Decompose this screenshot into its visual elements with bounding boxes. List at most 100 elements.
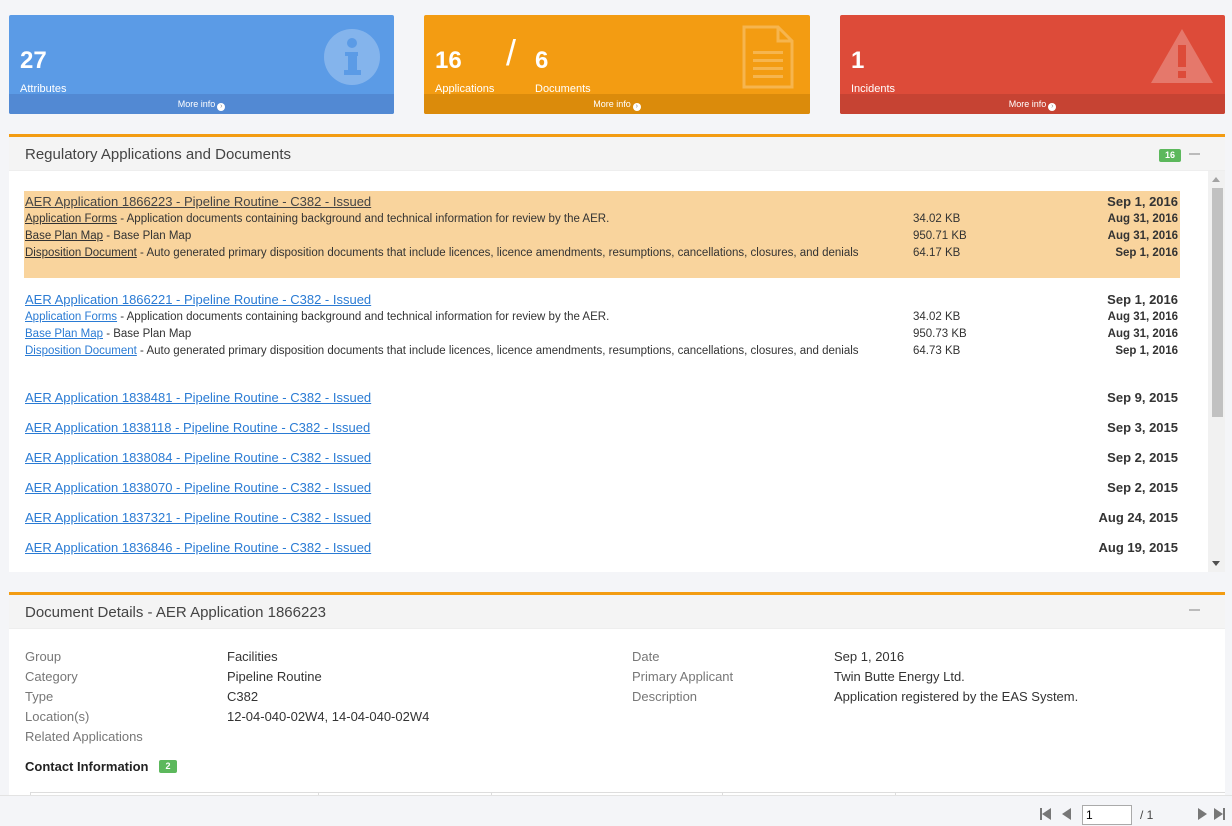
document-link[interactable]: Disposition Document [25, 247, 137, 259]
document-date: Aug 31, 2016 [1107, 213, 1178, 225]
application-title-link[interactable]: AER Application 1838070 - Pipeline Routi… [25, 480, 371, 495]
document-link[interactable]: Application Forms [25, 213, 117, 225]
scroll-up-arrow-icon[interactable] [1212, 177, 1220, 182]
incidents-stat-box: 1 Incidents More info › [840, 15, 1225, 114]
list-item[interactable]: AER Application 1866223 - Pipeline Routi… [24, 191, 1180, 278]
application-title-link[interactable]: AER Application 1866221 - Pipeline Routi… [25, 292, 371, 307]
panel-header: Regulatory Applications and Documents 16 [9, 137, 1225, 171]
document-size: 34.02 KB [913, 213, 961, 225]
application-title-link[interactable]: AER Application 1838118 - Pipeline Routi… [25, 420, 370, 435]
page-total: / 1 [1140, 808, 1154, 822]
list-item[interactable]: AER Application 1838070 - Pipeline Routi… [24, 477, 1180, 497]
applications-count-badge: 16 [1159, 149, 1181, 162]
applications-list: AER Application 1866223 - Pipeline Routi… [9, 171, 1208, 572]
document-size: 34.02 KB [913, 311, 961, 323]
application-date: Aug 24, 2015 [1098, 510, 1179, 525]
contact-information-heading: Contact Information [25, 759, 149, 774]
applications-count: 16 [435, 47, 462, 74]
type-value: C382 [227, 689, 259, 704]
document-date: Sep 1, 2016 [1115, 247, 1178, 259]
contact-count-badge: 2 [159, 760, 177, 773]
document-details-panel: Document Details - AER Application 18662… [9, 592, 1225, 826]
date-label: Date [632, 649, 660, 664]
list-item[interactable]: AER Application 1838118 - Pipeline Routi… [24, 417, 1180, 437]
application-date: Sep 9, 2015 [1107, 390, 1178, 405]
incidents-count: 1 [851, 47, 865, 74]
panel-header: Document Details - AER Application 18662… [9, 595, 1225, 629]
application-date: Sep 1, 2016 [1107, 292, 1178, 307]
vertical-scrollbar[interactable] [1208, 171, 1225, 572]
document-description: - Base Plan Map [103, 328, 192, 340]
first-page-icon[interactable] [1040, 808, 1051, 820]
application-date: Aug 19, 2015 [1098, 540, 1179, 555]
application-title-link[interactable]: AER Application 1837321 - Pipeline Routi… [25, 510, 371, 525]
application-date: Sep 2, 2015 [1107, 450, 1178, 465]
category-label: Category [25, 669, 78, 684]
regulatory-applications-panel: Regulatory Applications and Documents 16… [9, 134, 1225, 572]
description-label: Description [632, 689, 698, 704]
application-date: Sep 1, 2016 [1107, 194, 1178, 209]
applications-more-info-link[interactable]: More info › [424, 94, 810, 114]
document-link[interactable]: Application Forms [25, 311, 117, 323]
list-item[interactable]: AER Application 1838481 - Pipeline Routi… [24, 387, 1180, 407]
scroll-down-arrow-icon[interactable] [1212, 561, 1220, 566]
locations-value: 12-04-040-02W4, 14-04-040-02W4 [227, 709, 430, 724]
applications-documents-stat-box: 16 Applications / 6 Documents More info › [424, 15, 810, 114]
arrow-circle-right-icon: › [217, 103, 226, 111]
application-title-link[interactable]: AER Application 1836846 - Pipeline Routi… [25, 540, 371, 555]
list-item[interactable]: AER Application 1866221 - Pipeline Routi… [24, 289, 1180, 376]
info-icon [324, 29, 380, 85]
scroll-thumb[interactable] [1212, 188, 1223, 417]
previous-page-icon[interactable] [1062, 808, 1071, 820]
application-title-link[interactable]: AER Application 1838084 - Pipeline Routi… [25, 450, 371, 465]
document-size: 64.73 KB [913, 345, 961, 357]
document-size: 64.17 KB [913, 247, 961, 259]
document-date: Aug 31, 2016 [1107, 230, 1178, 242]
document-size: 950.73 KB [913, 328, 967, 340]
document-size: 950.71 KB [913, 230, 967, 242]
document-link[interactable]: Disposition Document [25, 345, 137, 357]
document-date: Aug 31, 2016 [1107, 311, 1178, 323]
document-description: - Auto generated primary disposition doc… [136, 345, 859, 357]
more-info-label: More info [177, 99, 216, 109]
type-label: Type [25, 689, 54, 704]
related-applications-label: Related Applications [25, 729, 143, 744]
document-link[interactable]: Base Plan Map [25, 328, 103, 340]
date-value: Sep 1, 2016 [834, 649, 905, 664]
document-description: - Application documents containing backg… [117, 213, 610, 225]
incidents-more-info-link[interactable]: More info › [840, 94, 1225, 114]
last-page-icon[interactable] [1214, 808, 1225, 820]
collapse-icon[interactable] [1189, 609, 1200, 611]
locations-label: Location(s) [25, 709, 90, 724]
more-info-label: More info [593, 99, 631, 109]
document-description: - Application documents containing backg… [117, 311, 610, 323]
page-number-input[interactable] [1082, 805, 1132, 825]
description-value: Application registered by the EAS System… [834, 689, 1079, 704]
document-date: Sep 1, 2016 [1115, 345, 1178, 357]
more-info-label: More info [1008, 99, 1047, 109]
warning-icon [1151, 29, 1213, 83]
pagination-bar: / 1 [0, 795, 1232, 826]
group-label: Group [25, 649, 62, 664]
application-date: Sep 3, 2015 [1107, 420, 1178, 435]
list-item[interactable]: AER Application 1836846 - Pipeline Routi… [24, 537, 1180, 557]
document-date: Aug 31, 2016 [1107, 328, 1178, 340]
application-title-link[interactable]: AER Application 1838481 - Pipeline Routi… [25, 390, 371, 405]
attributes-count: 27 [20, 47, 47, 74]
application-title-link[interactable]: AER Application 1866223 - Pipeline Routi… [25, 194, 371, 209]
primary-applicant-label: Primary Applicant [632, 669, 734, 684]
attributes-more-info-link[interactable]: More info › [9, 94, 394, 114]
next-page-icon[interactable] [1198, 808, 1207, 820]
list-item[interactable]: AER Application 1837321 - Pipeline Routi… [24, 507, 1180, 527]
arrow-circle-right-icon: › [1048, 103, 1057, 111]
document-link[interactable]: Base Plan Map [25, 230, 103, 242]
document-description: - Auto generated primary disposition doc… [136, 247, 859, 259]
collapse-icon[interactable] [1189, 153, 1200, 155]
document-icon [742, 25, 794, 89]
stat-separator: / [506, 32, 517, 73]
category-value: Pipeline Routine [227, 669, 322, 684]
primary-applicant-value: Twin Butte Energy Ltd. [834, 669, 965, 684]
list-item[interactable]: AER Application 1838084 - Pipeline Routi… [24, 447, 1180, 467]
application-date: Sep 2, 2015 [1107, 480, 1178, 495]
arrow-circle-right-icon: › [632, 103, 641, 111]
